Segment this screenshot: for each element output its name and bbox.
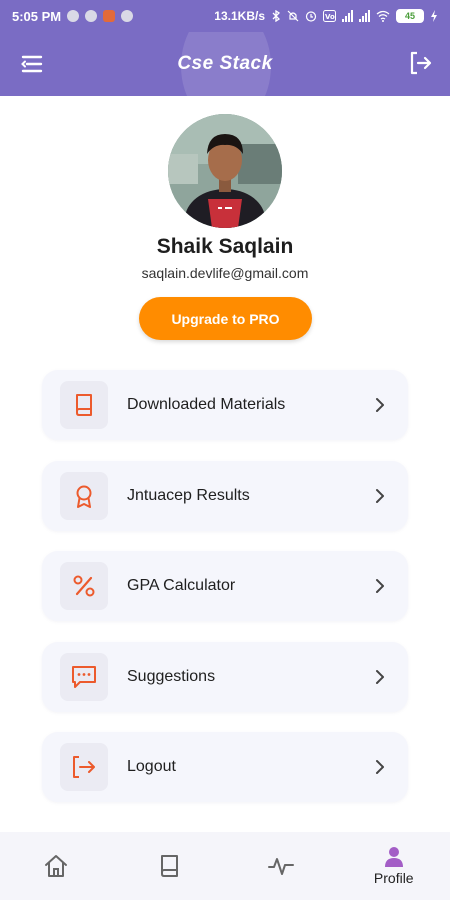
wifi-icon (376, 10, 390, 22)
nav-profile-label: Profile (373, 870, 414, 886)
chevron-right-icon (376, 579, 384, 593)
activity-icon (268, 858, 295, 875)
person-icon (384, 847, 403, 867)
status-time: 5:05 PM (12, 8, 62, 24)
svg-text:Vo: Vo (325, 13, 335, 21)
chevron-right-icon (376, 398, 384, 412)
percent-icon (73, 575, 95, 597)
profile-name: Shaik Saqlain (156, 235, 294, 258)
menu-item-suggestions[interactable]: Suggestions (42, 641, 408, 712)
notification-icon (121, 10, 134, 22)
network-speed: 13.1KB/s (214, 9, 265, 23)
exit-icon[interactable] (408, 50, 434, 76)
chevron-right-icon (376, 669, 384, 684)
app-title: Cse Stack (177, 53, 273, 74)
menu-icon[interactable] (20, 52, 44, 76)
battery-indicator: 45 (396, 9, 424, 23)
signal-icon (359, 10, 370, 22)
icon-box (60, 652, 108, 701)
icon-box (60, 562, 108, 610)
bottom-nav: Profile (0, 832, 450, 900)
app-notification-icon (103, 10, 116, 22)
menu-item-label: GPA Calculator (127, 577, 236, 594)
alarm-icon (305, 11, 317, 22)
signal-icon (342, 10, 353, 22)
nav-materials[interactable] (113, 832, 226, 900)
menu-item-label: Downloaded Materials (127, 396, 286, 413)
avatar (168, 114, 282, 228)
volte-icon: Vo (323, 10, 336, 22)
icon-box (60, 471, 108, 520)
icon-box (60, 381, 108, 429)
upgrade-button[interactable]: Upgrade to PRO (139, 297, 312, 340)
menu-item-jntuacep-results[interactable]: Jntuacep Results (42, 460, 408, 531)
app-bar: Cse Stack (0, 32, 450, 96)
menu-list: Downloaded Materials Jntuacep Results GP… (42, 370, 408, 823)
status-right: 13.1KB/s Vo 45 (214, 9, 438, 23)
award-icon (76, 485, 92, 508)
home-icon (45, 855, 68, 877)
chevron-right-icon (376, 488, 384, 503)
logout-icon (73, 756, 95, 778)
nav-profile[interactable]: Profile (338, 832, 450, 900)
charging-icon (431, 10, 437, 22)
menu-item-logout[interactable]: Logout (42, 732, 408, 802)
menu-item-gpa-calculator[interactable]: GPA Calculator (42, 551, 408, 621)
menu-item-label: Logout (127, 758, 176, 775)
nav-home[interactable] (0, 832, 113, 900)
book-icon (76, 394, 92, 416)
book-icon (160, 855, 178, 877)
menu-item-label: Jntuacep Results (127, 486, 250, 504)
profile-email: saqlain.devlife@gmail.com (141, 265, 309, 281)
notification-icon (85, 10, 98, 22)
menu-item-label: Suggestions (127, 667, 216, 685)
menu-item-downloaded-materials[interactable]: Downloaded Materials (42, 370, 408, 440)
notification-icon (67, 10, 80, 22)
message-icon (72, 665, 96, 688)
nav-activity[interactable] (225, 832, 338, 900)
chevron-right-icon (376, 760, 384, 774)
status-left: 5:05 PM (12, 8, 134, 24)
status-bar: 5:05 PM 13.1KB/s Vo 45 (0, 0, 450, 32)
bluetooth-icon (272, 10, 281, 22)
mute-icon (287, 10, 299, 22)
icon-box (60, 743, 108, 791)
